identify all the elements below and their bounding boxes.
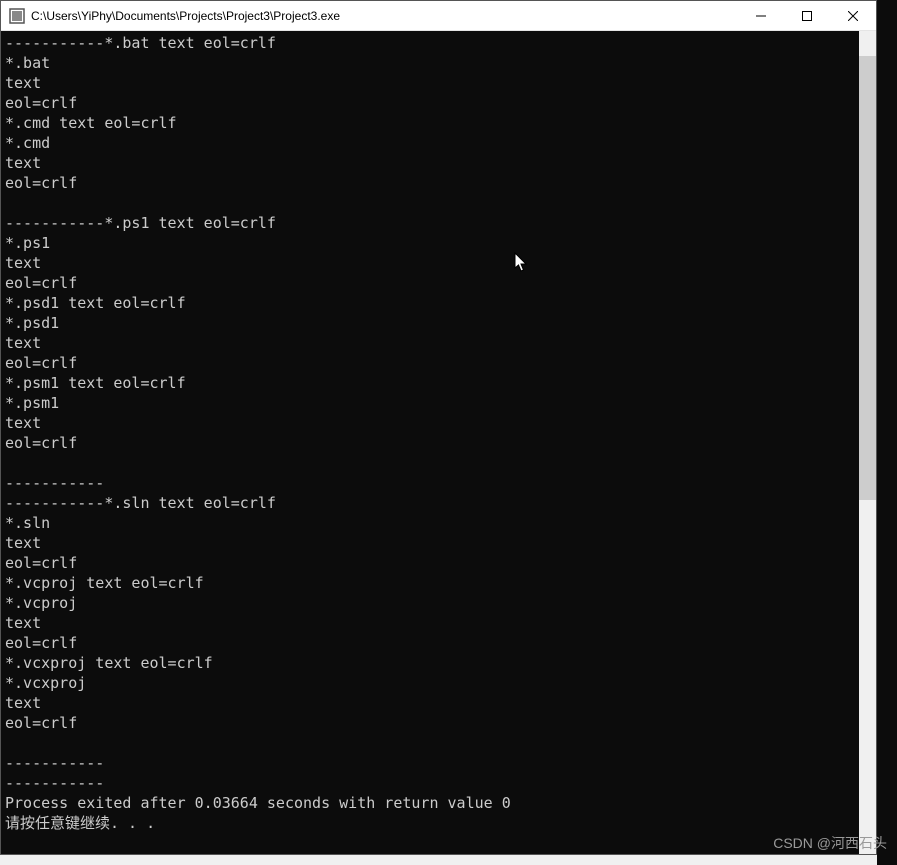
console-area: -----------*.bat text eol=crlf *.bat tex… [1, 31, 876, 854]
console-window: C:\Users\YiPhy\Documents\Projects\Projec… [0, 0, 877, 855]
window-controls [738, 1, 876, 30]
vertical-scrollbar[interactable] [859, 31, 876, 854]
minimize-button[interactable] [738, 1, 784, 30]
title-bar[interactable]: C:\Users\YiPhy\Documents\Projects\Projec… [1, 1, 876, 31]
adjacent-window-sliver [877, 0, 897, 865]
close-button[interactable] [830, 1, 876, 30]
window-title: C:\Users\YiPhy\Documents\Projects\Projec… [31, 9, 738, 23]
app-icon [9, 8, 25, 24]
scrollbar-thumb[interactable] [859, 56, 876, 500]
maximize-button[interactable] [784, 1, 830, 30]
console-output[interactable]: -----------*.bat text eol=crlf *.bat tex… [1, 31, 859, 854]
